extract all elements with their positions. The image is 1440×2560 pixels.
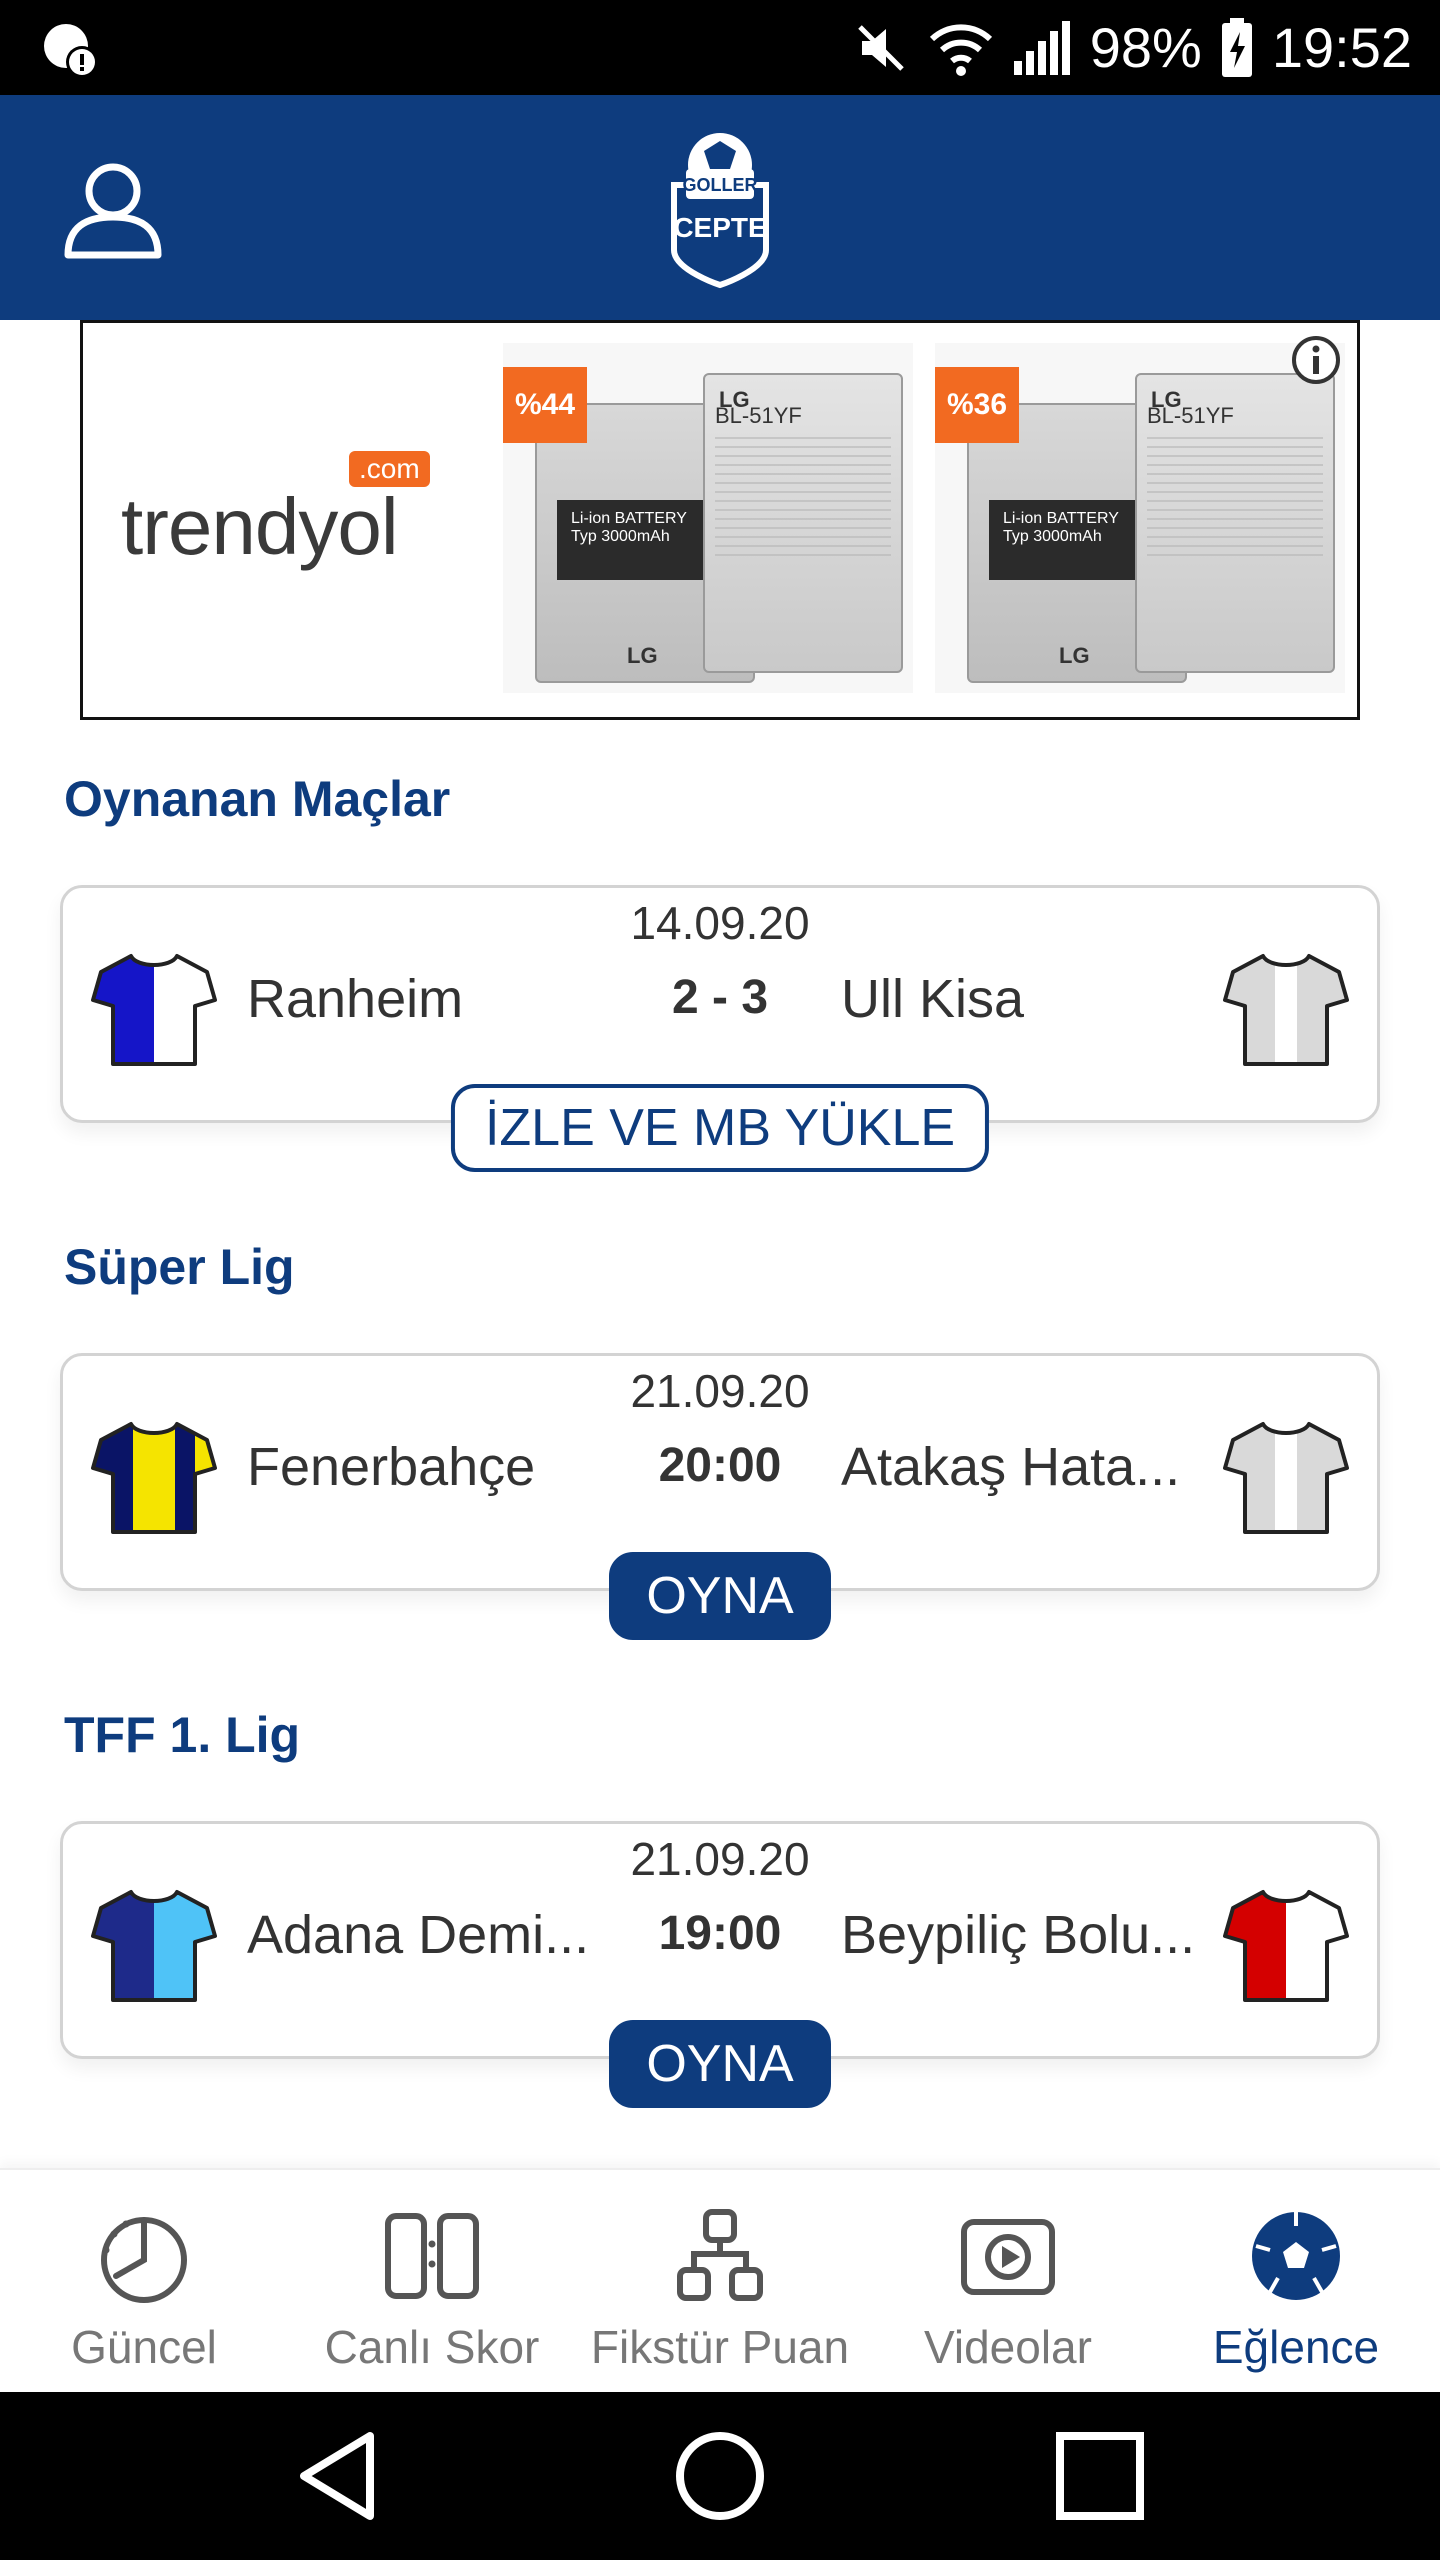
bracket-icon <box>677 2209 763 2301</box>
nav-label: Fikstür Puan <box>590 2321 850 2373</box>
section-title: TFF 1. Lig <box>64 1707 301 1763</box>
signal-icon <box>1013 20 1070 75</box>
away-team-shirt-icon <box>1223 1422 1349 1534</box>
discount-badge: %36 <box>935 367 1019 443</box>
nav-item-videolar[interactable]: Videolar <box>864 2170 1152 2392</box>
status-icons: 98% 19:52 <box>852 0 1412 95</box>
nav-label: Güncel <box>71 2321 217 2373</box>
soccer-ball-icon <box>1252 2212 1340 2300</box>
back-button[interactable] <box>240 2392 440 2560</box>
discount-badge: %44 <box>503 367 587 443</box>
nav-item-eglence[interactable]: Eğlence <box>1152 2170 1440 2392</box>
match-score: 2 - 3 <box>671 971 769 1024</box>
notification-alert-icon <box>44 24 98 78</box>
away-team-name: Beypiliç Bolu... <box>841 1905 1196 1965</box>
logo-line1: GOLLER <box>683 175 758 195</box>
match-card[interactable]: 14.09.20 Ranheim 2 - 3 Ull Kisa İZLE VE … <box>60 885 1380 1172</box>
match-date: 21.09.20 <box>630 1833 810 1885</box>
battery-brand: LG <box>719 387 750 412</box>
wifi-icon <box>929 23 992 76</box>
battery-fine-print <box>715 437 891 557</box>
clock-icon <box>101 2217 187 2303</box>
scoreboard-icon <box>385 2213 479 2299</box>
nav-label: Eğlence <box>1212 2321 1380 2373</box>
battery-brand: LG <box>1151 387 1182 412</box>
away-team-shirt-icon <box>1223 1890 1349 2002</box>
ad-info-icon[interactable] <box>1289 333 1343 387</box>
app-bar: GOLLER CEPTE <box>0 95 1440 320</box>
nav-item-fikstur-puan[interactable]: Fikstür Puan <box>576 2170 864 2392</box>
away-team-name: Atakaş Hata... <box>841 1437 1181 1497</box>
battery-fine-print <box>1147 437 1323 557</box>
nav-label: Canlı Skor <box>324 2321 540 2373</box>
home-circle-icon <box>676 2432 764 2520</box>
battery-brand: LG <box>1059 643 1090 668</box>
recents-button[interactable] <box>1000 2392 1200 2560</box>
back-triangle-icon <box>300 2432 374 2520</box>
match-card[interactable]: 21.09.20 Fenerbahçe 20:00 Atakaş Hata...… <box>60 1353 1380 1640</box>
battery-charging-icon <box>1221 17 1252 77</box>
ad-brand-suffix: .com <box>349 451 430 487</box>
ad-product[interactable]: %44 Li-ion BATTERY Typ 3000mAh LG LG BL-… <box>503 343 913 693</box>
away-team-name: Ull Kisa <box>841 969 1025 1029</box>
battery-image-front: LG BL-51YF <box>1135 373 1335 673</box>
match-card[interactable]: 21.09.20 Adana Demi... 19:00 Beypiliç Bo… <box>60 1821 1380 2108</box>
system-navigation-bar <box>0 2392 1440 2560</box>
nav-item-canli-skor[interactable]: Canlı Skor <box>288 2170 576 2392</box>
recents-square-icon <box>1056 2432 1144 2520</box>
battery-percent: 98% <box>1089 16 1202 79</box>
play-button[interactable]: OYNA <box>609 1552 831 1640</box>
match-date: 14.09.20 <box>630 897 810 949</box>
ad-brand-name: trendyol <box>121 482 399 571</box>
status-bar: 98% 19:52 <box>0 0 1440 95</box>
watch-and-load-mb-button[interactable]: İZLE VE MB YÜKLE <box>450 1084 990 1172</box>
ad-brand-logo: trendyol .com <box>121 451 501 583</box>
clock-time: 19:52 <box>1271 16 1412 79</box>
goller-cepte-logo[interactable]: GOLLER CEPTE <box>660 125 780 290</box>
nav-item-guncel[interactable]: Güncel <box>0 2170 288 2392</box>
nav-label: Videolar <box>924 2321 1092 2373</box>
away-team-shirt-icon <box>1223 954 1349 1066</box>
ad-product[interactable]: %36 Li-ion BATTERY Typ 3000mAh LG LG BL-… <box>935 343 1345 693</box>
logo-line2: CEPTE <box>673 212 766 243</box>
home-button[interactable] <box>620 2392 820 2560</box>
play-video-icon <box>961 2219 1055 2295</box>
battery-brand: LG <box>627 643 658 668</box>
battery-image-front: LG BL-51YF <box>703 373 903 673</box>
ad-banner[interactable]: trendyol .com %44 Li-ion BATTERY Typ 300… <box>80 320 1360 720</box>
section-title: Oynanan Maçlar <box>64 771 451 827</box>
match-date: 21.09.20 <box>630 1365 810 1417</box>
bottom-navigation: Güncel Canlı Skor Fikstür Puan Videolar <box>0 2168 1440 2392</box>
mute-icon <box>857 24 904 71</box>
play-button[interactable]: OYNA <box>609 2020 831 2108</box>
section-title: Süper Lig <box>64 1239 295 1295</box>
profile-icon[interactable] <box>58 155 168 265</box>
